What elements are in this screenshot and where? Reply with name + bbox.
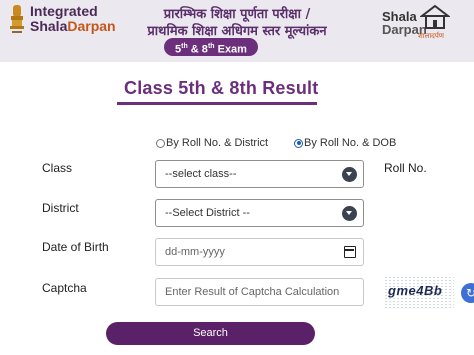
captcha-input[interactable]: Enter Result of Captcha Calculation bbox=[155, 278, 364, 306]
badge-sup: th bbox=[181, 43, 188, 50]
radio-label: By Roll No. & District bbox=[166, 137, 269, 149]
hindi-line-1: प्रारम्भिक शिक्षा पूर्णता परीक्षा / bbox=[163, 7, 311, 22]
badge-part: Exam bbox=[214, 43, 247, 56]
class-label: Class bbox=[42, 161, 73, 175]
brand-name: Integrated ShalaDarpan bbox=[30, 4, 116, 34]
captcha-text: gme4Bb bbox=[388, 283, 443, 298]
chevron-down-icon[interactable] bbox=[342, 167, 357, 182]
shala-darpan-logo: Shala Darpan शालादर्पण bbox=[382, 4, 452, 40]
school-building-icon bbox=[420, 4, 450, 29]
logo-subtitle: शालादर्पण bbox=[418, 32, 444, 40]
radio-label: By Roll No. & DOB bbox=[304, 137, 397, 149]
badge-part: & 8 bbox=[187, 43, 208, 56]
captcha-label: Captcha bbox=[42, 281, 87, 295]
captcha-placeholder: Enter Result of Captcha Calculation bbox=[165, 286, 340, 298]
brand-line-2: ShalaDarpan bbox=[30, 19, 116, 34]
national-emblem-icon bbox=[10, 5, 24, 33]
exam-badge: 5th & 8th Exam bbox=[164, 38, 258, 56]
roll-no-label: Roll No. bbox=[384, 161, 427, 175]
brand-shala: Shala bbox=[30, 18, 68, 34]
refresh-icon[interactable]: ↻ bbox=[461, 283, 474, 303]
dob-label: Date of Birth bbox=[42, 240, 109, 254]
title-underline bbox=[117, 102, 317, 105]
dob-input[interactable]: dd-mm-yyyy bbox=[155, 238, 364, 266]
radio-circle-selected[interactable] bbox=[294, 138, 303, 148]
page-title: Class 5th & 8th Result bbox=[124, 78, 319, 98]
chevron-down-icon[interactable] bbox=[342, 206, 357, 221]
district-label: District bbox=[42, 201, 79, 215]
brand-darpan: Darpan bbox=[67, 18, 116, 34]
exam-hindi-title: प्रारम्भिक शिक्षा पूर्णता परीक्षा / प्रा… bbox=[112, 6, 362, 40]
district-select[interactable]: --Select District -- bbox=[155, 199, 364, 227]
class-select-value: --select class-- bbox=[165, 168, 237, 180]
class-select[interactable]: --select class-- bbox=[155, 160, 364, 188]
badge-sup: th bbox=[207, 43, 215, 50]
site-header: Integrated ShalaDarpan प्रारम्भिक शिक्षा… bbox=[0, 0, 474, 62]
search-button[interactable]: Search bbox=[106, 322, 315, 345]
dob-placeholder: dd-mm-yyyy bbox=[165, 246, 225, 258]
district-select-value: --Select District -- bbox=[165, 207, 250, 219]
radio-circle[interactable] bbox=[156, 138, 165, 148]
brand-line-1: Integrated bbox=[30, 3, 98, 19]
calendar-icon[interactable] bbox=[344, 246, 356, 258]
captcha-image: gme4Bb bbox=[384, 276, 454, 308]
radio-roll-district[interactable]: By Roll No. & District bbox=[156, 137, 268, 149]
radio-roll-dob[interactable]: By Roll No. & DOB bbox=[294, 137, 396, 149]
